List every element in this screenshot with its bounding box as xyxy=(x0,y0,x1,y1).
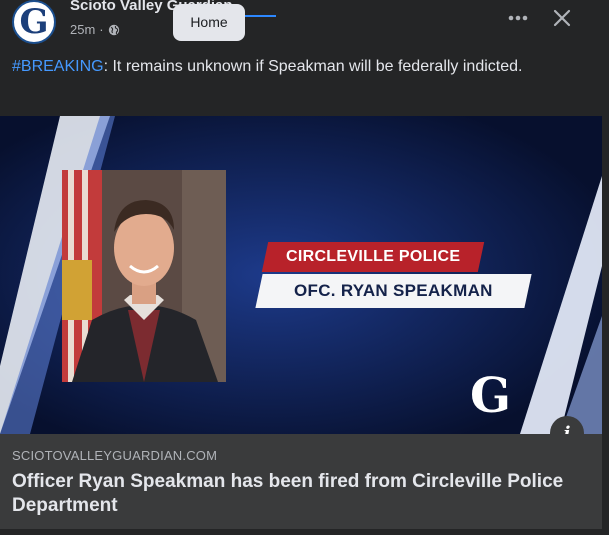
guardian-logo: G xyxy=(470,368,511,424)
home-tooltip: Home xyxy=(173,4,245,41)
post-meta: 25m · xyxy=(70,22,120,37)
officer-name-label: OFC. RYAN SPEAKMAN xyxy=(294,281,493,300)
link-title[interactable]: Officer Ryan Speakman has been fired fro… xyxy=(12,470,582,518)
link-domain: SCIOTOVALLEYGUARDIAN.COM xyxy=(12,448,218,463)
close-button[interactable] xyxy=(546,4,578,32)
lower-third-name: OFC. RYAN SPEAKMAN xyxy=(255,274,532,308)
meta-separator: · xyxy=(99,22,104,37)
hashtag-link[interactable]: #BREAKING xyxy=(12,58,104,75)
officer-photo xyxy=(62,170,226,382)
globe-icon[interactable] xyxy=(108,24,120,36)
post-timestamp[interactable]: 25m xyxy=(70,22,95,37)
more-options-icon xyxy=(508,15,528,21)
link-preview-details[interactable]: SCIOTOVALLEYGUARDIAN.COM Officer Ryan Sp… xyxy=(0,434,602,529)
post-body: : It remains unknown if Speakman will be… xyxy=(103,58,523,75)
lower-third-department: CIRCLEVILLE POLICE xyxy=(261,242,485,272)
department-label: CIRCLEVILLE POLICE xyxy=(285,248,461,265)
post-text: #BREAKING: It remains unknown if Speakma… xyxy=(12,56,592,78)
more-options-button[interactable] xyxy=(500,6,536,30)
post-header: G Scioto Valley Guardian 25m · Home xyxy=(0,0,609,50)
avatar-logo: G xyxy=(19,2,49,42)
officer-portrait xyxy=(62,170,226,382)
link-preview-image[interactable]: CIRCLEVILLE POLICE OFC. RYAN SPEAKMAN G … xyxy=(0,116,602,434)
page-avatar[interactable]: G xyxy=(12,0,56,44)
close-icon xyxy=(553,9,571,27)
